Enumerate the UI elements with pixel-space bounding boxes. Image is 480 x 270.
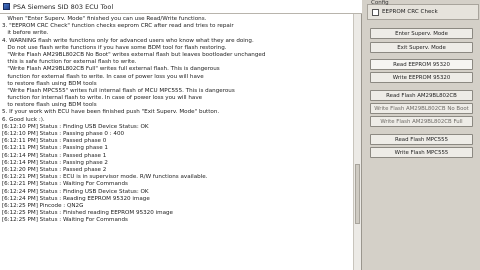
- log-line: [6:12:20 PM] Status : Passed phase 2: [2, 166, 107, 173]
- log-line: [6:12:24 PM] Status : Finding USB Device…: [2, 188, 149, 195]
- log-line: [6:12:11 PM] Status : Passing phase 1: [2, 145, 108, 152]
- log-line: 4. WARNING flash write functions only fo…: [2, 37, 254, 44]
- log-line: [6:12:21 PM] Status : ECU is in supervis…: [2, 174, 208, 181]
- log-line: "Write Flash AM29BL802CB Full" writes fu…: [2, 66, 220, 73]
- log-line: [6:12:25 PM] Status : Finished reading E…: [2, 210, 173, 217]
- log-line: 6. Good luck :).: [2, 116, 45, 123]
- log-scrollbar[interactable]: [353, 14, 361, 270]
- log-line: function for external flash to write. In…: [2, 73, 204, 80]
- log-lines: When "Enter Superv. Mode" finished you c…: [0, 14, 361, 224]
- log-line: [6:12:25 PM] Status : Waiting For Comman…: [2, 217, 128, 224]
- log-line: [6:12:14 PM] Status : Passed phase 1: [2, 152, 107, 159]
- log-output[interactable]: When "Enter Superv. Mode" finished you c…: [0, 14, 362, 270]
- config-label: Config: [371, 0, 389, 6]
- log-line: [6:12:25 PM] Pincode : QN2G: [2, 202, 84, 209]
- log-line: function for internal flash to write. In…: [2, 95, 203, 102]
- read-flash-am29-button[interactable]: Read Flash AM29BL802CB: [370, 90, 473, 101]
- write-flash-am29-noboot-button[interactable]: Write Flash AM29BL802CB No Boot: [370, 103, 473, 114]
- write-eeprom-button[interactable]: Write EEPROM 95320: [370, 72, 473, 83]
- exit-superv-mode-button[interactable]: Exit Superv. Mode: [370, 42, 473, 53]
- app-icon: [3, 3, 10, 10]
- log-line: it before write.: [2, 30, 49, 37]
- side-panel: EEPROM CRC Check Config Enter Superv. Mo…: [363, 0, 480, 270]
- log-line: When "Enter Superv. Mode" finished you c…: [2, 16, 207, 22]
- enter-superv-mode-button[interactable]: Enter Superv. Mode: [370, 28, 473, 39]
- log-line: this is safe function for external flash…: [2, 59, 137, 66]
- log-line: 3. "EEPROM CRC Check" function checks ee…: [2, 23, 234, 30]
- log-line: [6:12:21 PM] Status : Waiting For Comman…: [2, 181, 128, 188]
- log-line: to restore flash using BDM tools: [2, 102, 97, 109]
- log-line: [6:12:24 PM] Status : Reading EEPROM 953…: [2, 195, 150, 202]
- title-bar: PSA Siemens SID 803 ECU Tool: [0, 0, 362, 14]
- read-eeprom-button[interactable]: Read EEPROM 95320: [370, 59, 473, 70]
- log-line: to restore flash using BDM tools: [2, 80, 97, 87]
- read-flash-mpc555-button[interactable]: Read Flash MPC555: [370, 134, 473, 145]
- eeprom-crc-label: EEPROM CRC Check: [382, 9, 438, 15]
- log-line: [6:12:14 PM] Status : Passing phase 2: [2, 159, 108, 166]
- config-group: EEPROM CRC Check: [367, 4, 479, 20]
- log-line: 5. If your work with ECU have been finis…: [2, 109, 220, 116]
- log-line: "Write Flash AM29BL802CB No Boot" writes…: [2, 51, 266, 58]
- scrollbar-thumb[interactable]: [355, 164, 360, 224]
- log-line: [6:12:10 PM] Status : Passing phase 0 : …: [2, 131, 125, 137]
- log-line: [6:12:11 PM] Status : Passed phase 0: [2, 138, 107, 145]
- window-title: PSA Siemens SID 803 ECU Tool: [13, 2, 114, 11]
- write-flash-am29-full-button[interactable]: Write Flash AM29BL802CB Full: [370, 116, 473, 127]
- log-line: [6:12:10 PM] Status : Finding USB Device…: [2, 123, 149, 130]
- log-line: Do not use flash write functions if you …: [2, 44, 227, 51]
- write-flash-mpc555-button[interactable]: Write Flash MPC555: [370, 147, 473, 158]
- log-line: "Write Flash MPC555" writes full interna…: [2, 87, 235, 94]
- eeprom-crc-checkbox[interactable]: [372, 8, 379, 16]
